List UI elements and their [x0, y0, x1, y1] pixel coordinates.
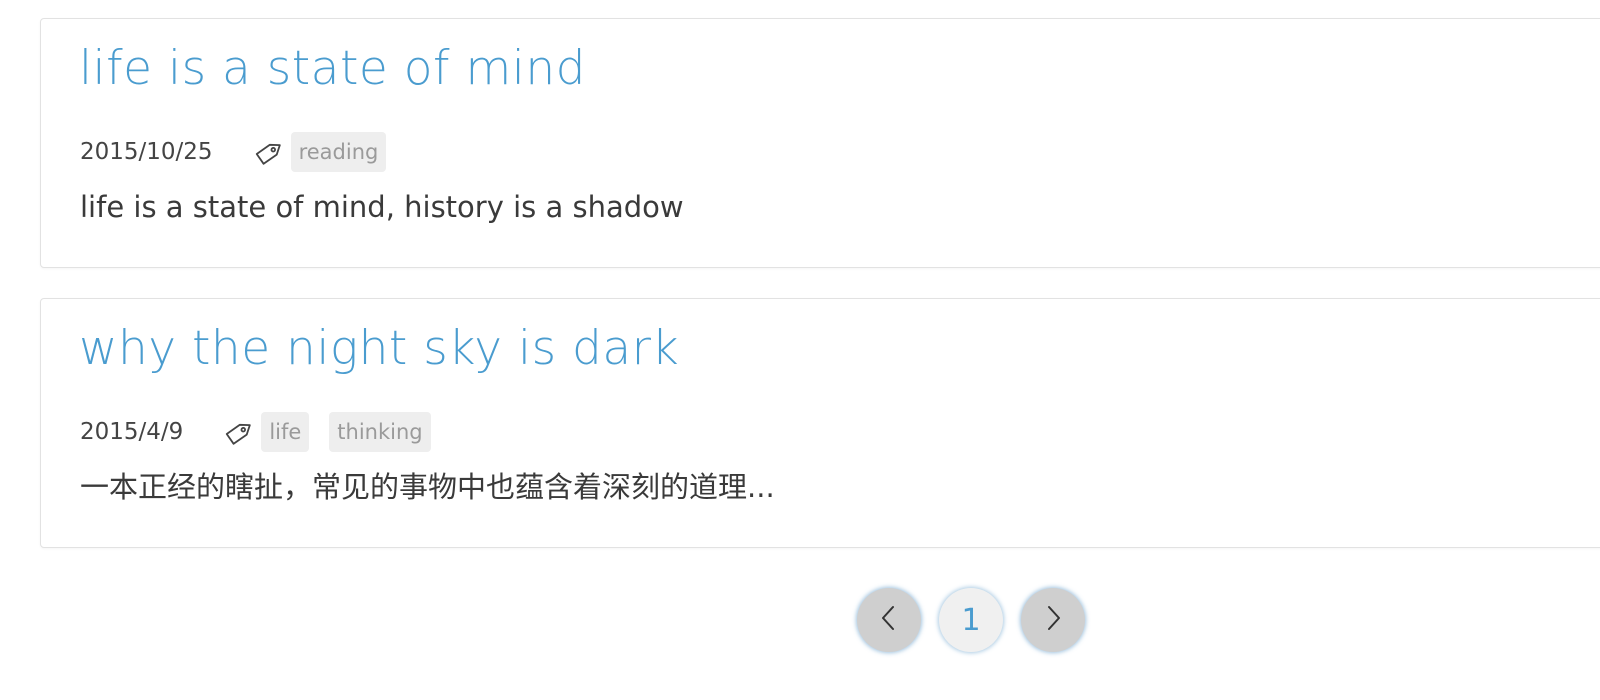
tag-chip[interactable]: life: [261, 412, 310, 452]
tag-chip[interactable]: reading: [290, 132, 387, 172]
post-date: 2015/10/25: [80, 139, 213, 165]
post-title-link[interactable]: life is a state of mind: [79, 33, 586, 105]
post-excerpt: 一本正经的瞎扯，常见的事物中也蕴含着深刻的道理...: [80, 470, 775, 504]
pagination: 1: [857, 588, 1103, 652]
tag-chip[interactable]: thinking: [329, 412, 431, 452]
post-card: life is a state of mind 2015/10/25 readi…: [40, 18, 1600, 268]
page-number: 1: [961, 602, 981, 638]
post-meta: 2015/10/25 reading: [80, 131, 406, 173]
post-title-link[interactable]: why the night sky is dark: [79, 313, 679, 385]
post-meta: 2015/4/9 life thinking: [80, 411, 451, 453]
post-excerpt: life is a state of mind, history is a sh…: [80, 190, 684, 224]
tag-icon: [223, 417, 257, 447]
prev-page-button[interactable]: [857, 588, 921, 652]
post-card: why the night sky is dark 2015/4/9 life …: [40, 298, 1600, 548]
chevron-left-icon: [878, 603, 900, 637]
next-page-button[interactable]: [1021, 588, 1085, 652]
post-list: life is a state of mind 2015/10/25 readi…: [40, 18, 1600, 578]
page-button-current[interactable]: 1: [939, 588, 1003, 652]
chevron-right-icon: [1042, 603, 1064, 637]
post-date: 2015/4/9: [80, 419, 184, 445]
tag-icon: [253, 137, 287, 167]
